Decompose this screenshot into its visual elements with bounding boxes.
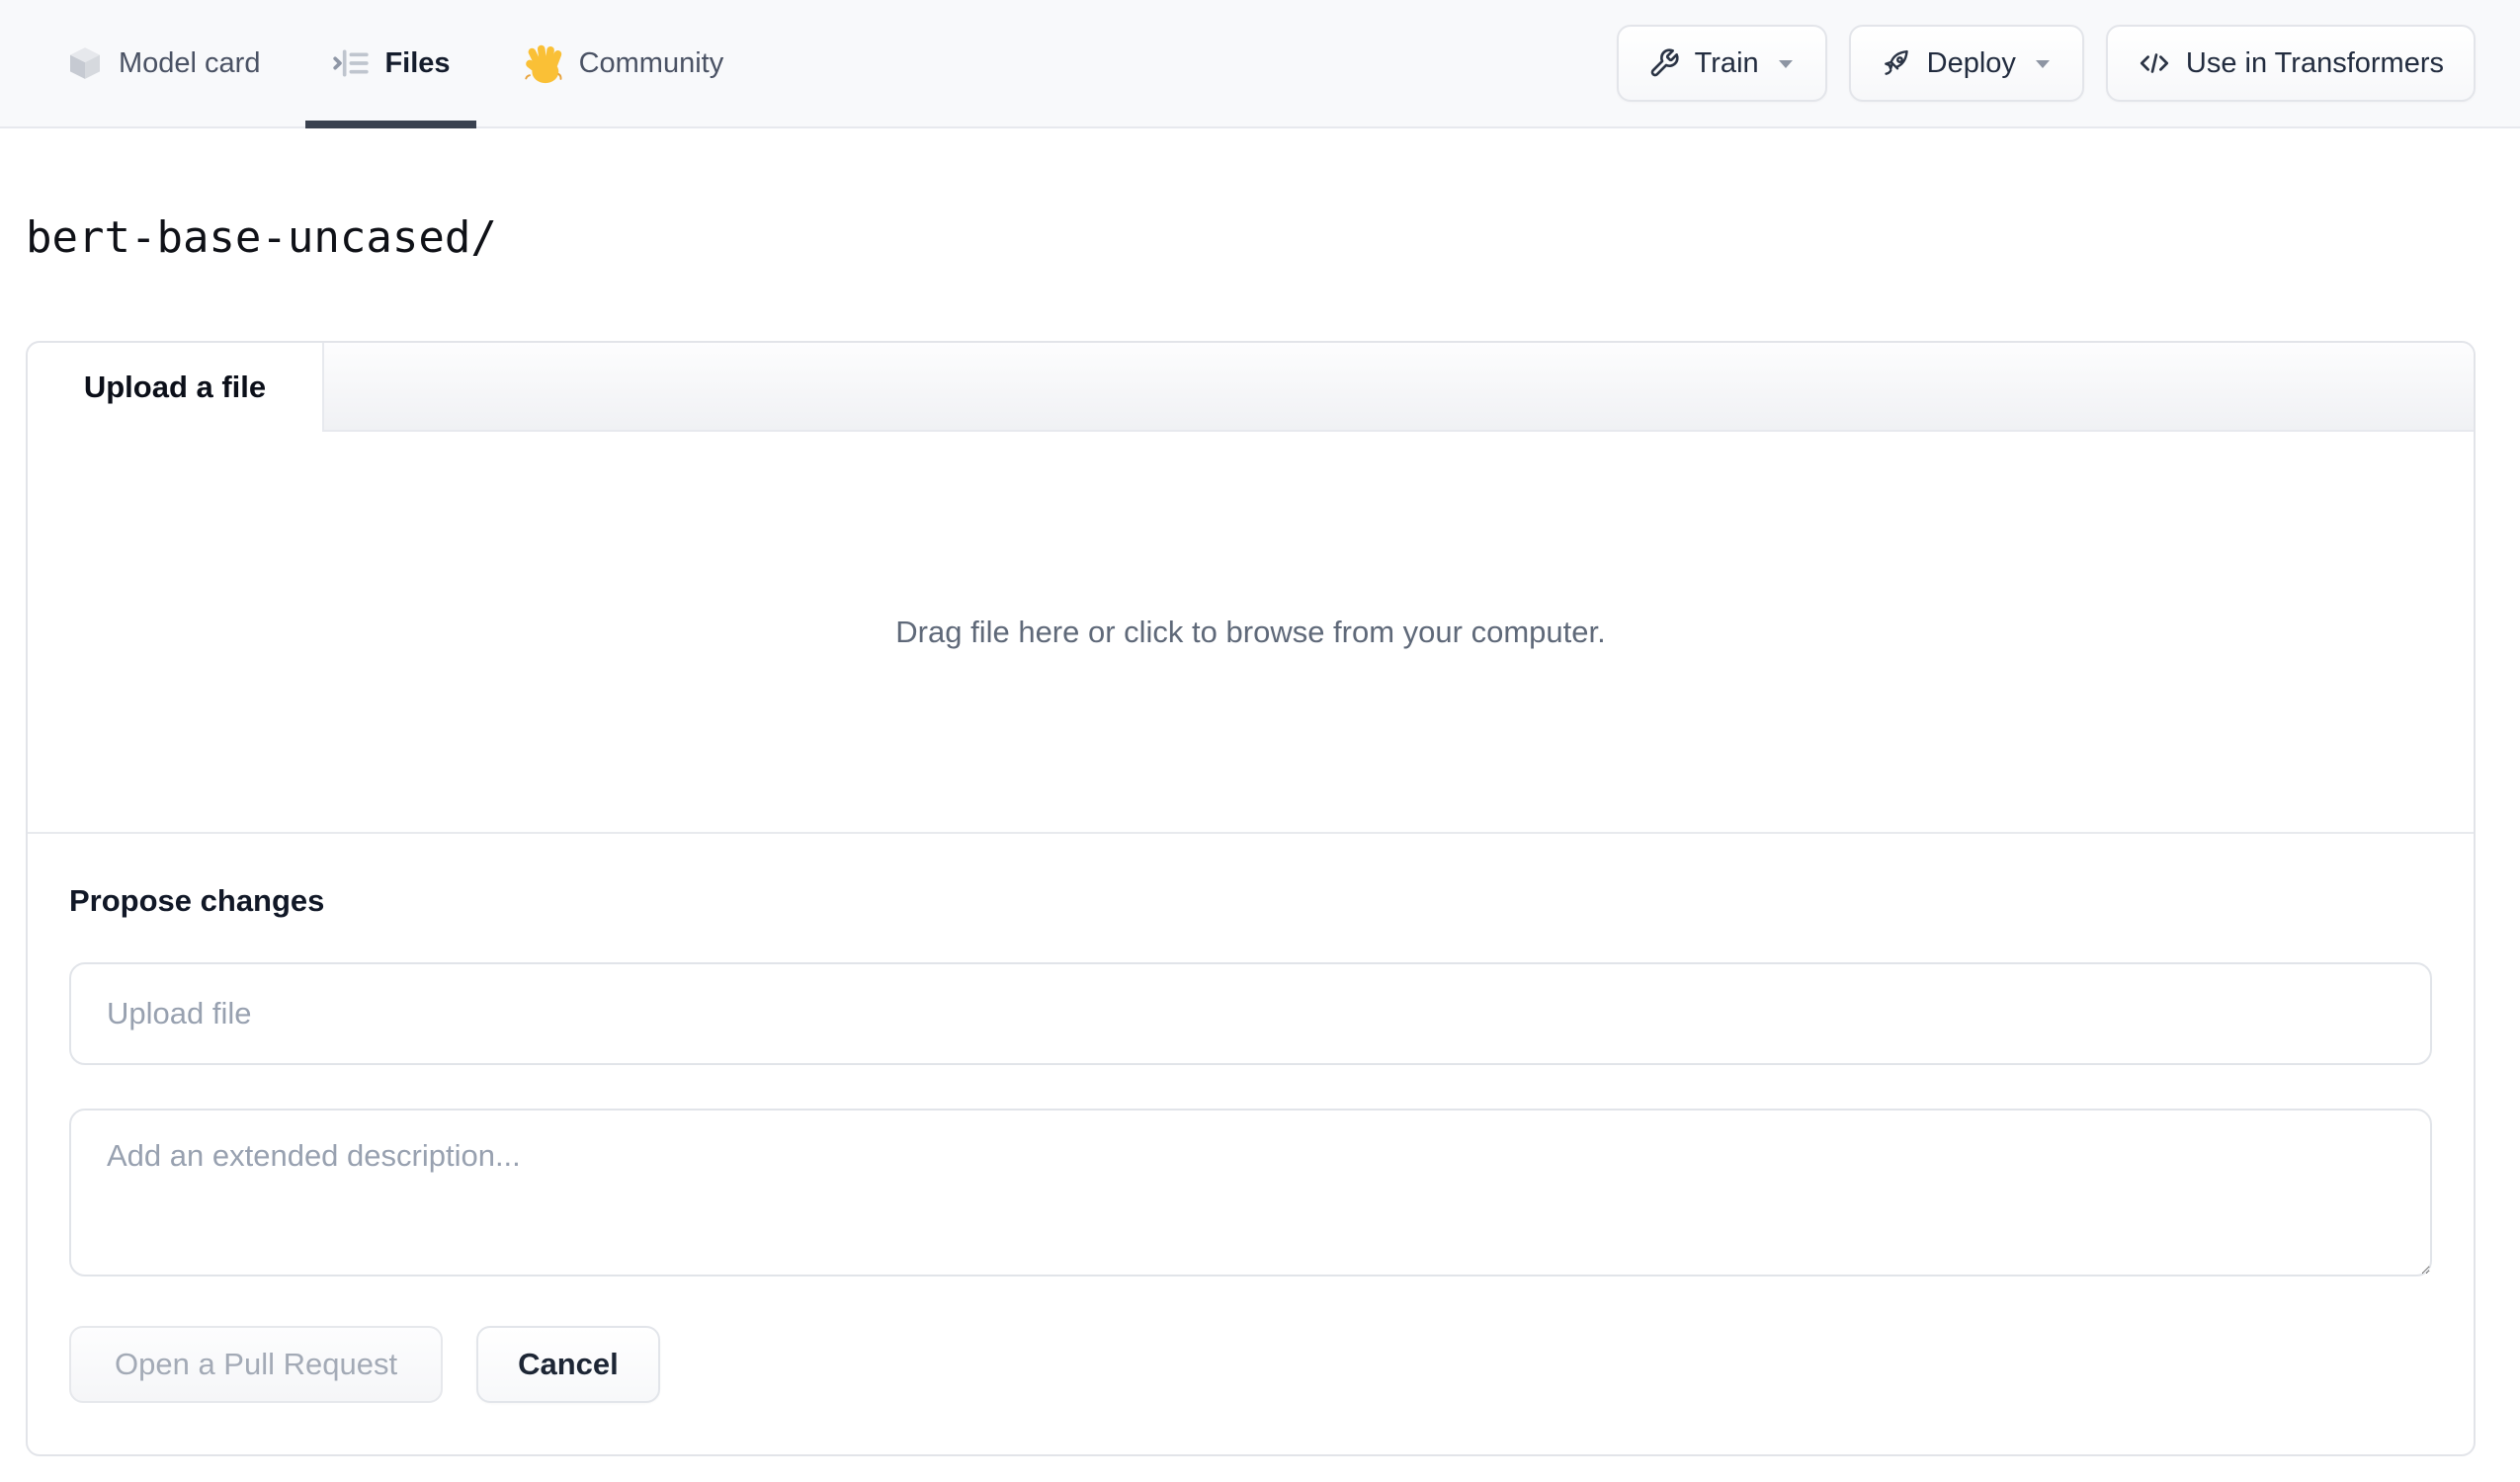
use-in-transformers-button[interactable]: Use in Transformers [2105,25,2476,102]
tab-files-label: Files [384,46,451,79]
deploy-button-label: Deploy [1926,46,2016,79]
repo-tab-bar: Model card Files Community Train Deploy … [0,0,2520,128]
upload-card-tabbar: Upload a file [28,343,2474,432]
tab-model-card[interactable]: Model card [40,0,286,126]
extended-description-textarea[interactable] [69,1109,2432,1276]
tab-model-card-label: Model card [119,46,261,79]
cube-icon [65,43,105,83]
cancel-button[interactable]: Cancel [476,1326,660,1403]
files-list-icon [331,43,371,83]
repo-action-buttons: Train Deploy Use in Transformers [1616,0,2476,126]
use-in-transformers-label: Use in Transformers [2185,46,2444,79]
rocket-icon [1881,47,1912,79]
breadcrumb: bert-base-uncased/ [0,128,2520,341]
code-icon [2138,46,2171,80]
chevron-down-icon [2033,57,2053,69]
propose-changes-section: Propose changes Open a Pull Request Canc… [28,832,2474,1454]
train-button[interactable]: Train [1616,25,1827,102]
propose-actions-row: Open a Pull Request Cancel [69,1326,2432,1403]
tab-files[interactable]: Files [305,0,476,128]
deploy-button[interactable]: Deploy [1848,25,2084,102]
upload-file-input[interactable] [69,962,2432,1065]
train-button-label: Train [1694,46,1759,79]
tab-community[interactable]: Community [496,0,750,126]
propose-changes-heading: Propose changes [69,883,325,918]
file-dropzone[interactable]: Drag file here or click to browse from y… [28,432,2474,832]
tab-community-label: Community [578,46,724,79]
tab-upload-a-file-label: Upload a file [83,370,267,404]
repo-path[interactable]: bert-base-uncased/ [26,212,497,263]
open-pull-request-button[interactable]: Open a Pull Request [69,1326,444,1403]
tab-upload-a-file[interactable]: Upload a file [28,343,324,432]
chevron-down-icon [1776,57,1796,69]
waving-hand-icon [522,41,565,85]
wrench-icon [1648,47,1680,79]
dropzone-hint-text: Drag file here or click to browse from y… [895,614,1606,649]
upload-file-card: Upload a file Drag file here or click to… [26,341,2476,1456]
